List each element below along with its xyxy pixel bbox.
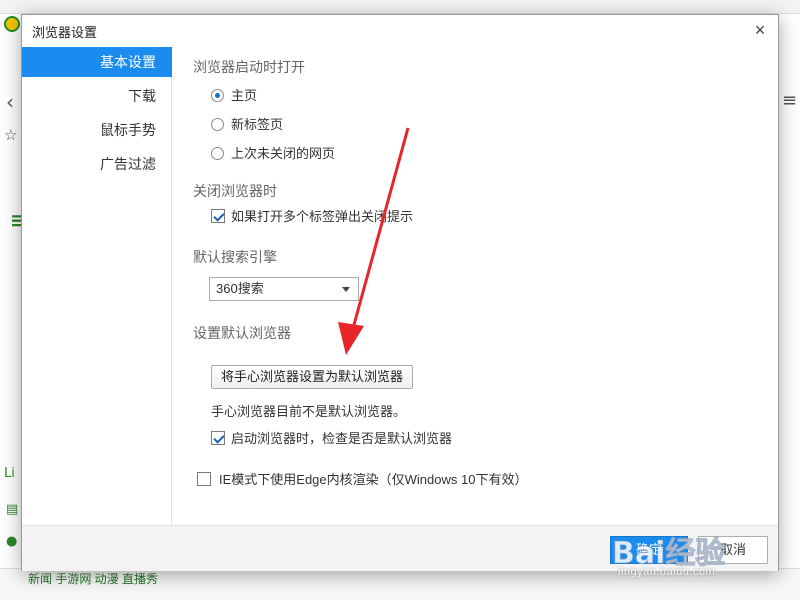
checkbox[interactable] (197, 472, 211, 486)
radio-button[interactable] (211, 147, 224, 160)
settings-sidebar: 基本设置 下载 鼠标手势 广告过滤 (22, 45, 172, 525)
radio-button-checked[interactable] (211, 89, 224, 102)
browser-settings-dialog: 浏览器设置 × 基本设置 下载 鼠标手势 广告过滤 浏览器启动时打开 主页 新标… (21, 14, 779, 571)
default-browser-status: 手心浏览器目前不是默认浏览器。 (211, 404, 407, 419)
search-engine-select[interactable]: 360搜索 (209, 277, 359, 301)
sidebar-item-mouse-gestures[interactable]: 鼠标手势 (22, 115, 172, 145)
dialog-title: 浏览器设置 (32, 25, 98, 40)
settings-content: 浏览器启动时打开 主页 新标签页 上次未关闭的网页 关闭浏览器时 如果打开多个标… (173, 45, 778, 525)
search-engine-section-title: 默认搜索引擎 (193, 249, 277, 265)
check-default-label: 启动浏览器时，检查是否是默认浏览器 (231, 431, 453, 446)
menu-icon[interactable]: ≡ (782, 90, 797, 111)
search-engine-selected-value: 360搜索 (216, 281, 264, 296)
background-nav-links[interactable]: 新闻 手游网 动漫 直播秀 (28, 570, 158, 587)
sidebar-item-ad-filter[interactable]: 广告过滤 (22, 149, 172, 179)
startup-option-label: 上次未关闭的网页 (231, 146, 336, 161)
star-icon[interactable]: ☆ (4, 126, 17, 144)
background-tab-bar (0, 0, 800, 14)
list-icon: ▤ (6, 502, 19, 517)
checkbox-checked[interactable] (211, 209, 225, 223)
startup-option-label: 主页 (231, 88, 258, 103)
dialog-titlebar: 浏览器设置 × (22, 15, 778, 45)
chevron-down-icon (342, 287, 350, 292)
startup-option-label: 新标签页 (231, 117, 284, 132)
browser-logo-icon (4, 16, 20, 32)
sidebar-item-basic-settings[interactable]: 基本设置 (22, 47, 172, 77)
sidebar-item-download[interactable]: 下载 (22, 81, 172, 111)
set-default-browser-button[interactable]: 将手心浏览器设置为默认浏览器 (211, 365, 413, 389)
background-right-panel: ≡ (778, 40, 800, 600)
baidu-jingyan-watermark: Bai经验 jingyan.baidu.com (611, 528, 792, 588)
default-browser-section-title: 设置默认浏览器 (193, 325, 291, 341)
checkbox-checked[interactable] (211, 431, 225, 445)
close-browser-section-title: 关闭浏览器时 (193, 183, 277, 199)
startup-section-title: 浏览器启动时打开 (193, 59, 305, 75)
live-text-fragment: Li (4, 466, 15, 481)
close-prompt-label: 如果打开多个标签弹出关闭提示 (231, 209, 414, 224)
close-icon[interactable]: × (750, 20, 770, 40)
ie-mode-label: IE模式下使用Edge内核渲染（仅Windows 10下有效） (219, 472, 528, 487)
back-arrow-icon[interactable]: ‹ (6, 90, 14, 114)
background-left-panel: ‹ ☆ ≡ Li ▤ ● $ (0, 40, 27, 600)
watermark-url: jingyan.baidu.com (618, 566, 716, 578)
lock-icon: ● (6, 534, 18, 549)
radio-button[interactable] (211, 118, 224, 131)
